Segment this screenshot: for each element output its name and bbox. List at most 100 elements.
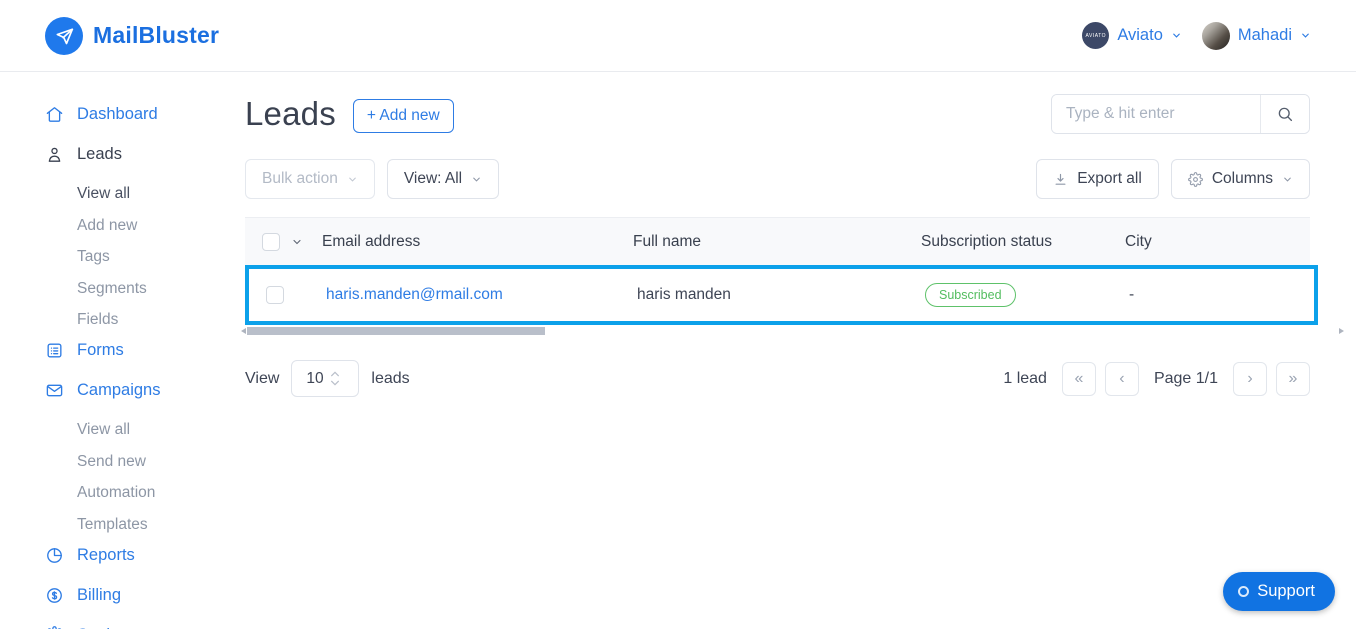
gear-icon <box>45 625 64 629</box>
view-filter-button[interactable]: View: All <box>386 159 500 199</box>
column-header-subscription-status[interactable]: Subscription status <box>921 233 1125 251</box>
chevron-down-icon <box>1171 30 1182 41</box>
first-page-button[interactable]: « <box>1061 361 1096 396</box>
subscription-status-badge: Subscribed <box>925 283 1016 307</box>
user-label: Mahadi <box>1237 26 1292 44</box>
lead-city: - <box>1129 286 1135 303</box>
row-select-cell <box>249 286 326 304</box>
next-page-button[interactable]: › <box>1233 361 1267 396</box>
select-all-chevron-icon[interactable] <box>291 236 303 248</box>
top-navbar: MailBluster AVIATO Aviato Mahadi <box>0 0 1356 71</box>
sidebar-item-leads-segments[interactable]: Segments <box>45 280 245 298</box>
columns-label: Columns <box>1211 170 1273 187</box>
sidebar-label: Reports <box>77 545 135 564</box>
sidebar-label: Dashboard <box>77 105 158 123</box>
sidebar-item-forms[interactable]: Forms <box>45 341 245 360</box>
sidebar-item-leads-fields[interactable]: Fields <box>45 311 245 329</box>
per-page-prefix-label: View <box>245 369 280 387</box>
columns-button[interactable]: Columns <box>1170 159 1310 199</box>
scroll-left-arrow-icon[interactable] <box>241 328 246 334</box>
horizontal-scrollbar[interactable] <box>241 327 1344 336</box>
sidebar-label: Billing <box>77 585 122 604</box>
mailbluster-logo-icon <box>45 16 83 55</box>
list-footer: View leads 1 lead « ‹ Page 1/1 › » <box>245 360 1310 397</box>
form-icon <box>45 341 64 360</box>
add-new-button[interactable]: + Add new <box>352 99 454 133</box>
search-icon <box>1276 105 1294 123</box>
toolbar: Bulk action View: All Export all Columns <box>245 159 1310 199</box>
account-menu[interactable]: AVIATO Aviato <box>1082 22 1182 49</box>
page-header: Leads + Add new <box>245 94 1310 134</box>
person-icon <box>45 145 64 164</box>
scrollbar-thumb[interactable] <box>247 327 545 335</box>
sidebar-label: Forms <box>77 341 124 359</box>
sidebar-item-settings[interactable]: Settings <box>45 626 245 629</box>
column-header-city[interactable]: City <box>1125 233 1310 251</box>
sidebar-item-campaigns-send-new[interactable]: Send new <box>45 453 245 471</box>
select-all-checkbox[interactable] <box>262 232 280 251</box>
home-icon <box>45 105 64 124</box>
page-title: Leads <box>245 95 336 132</box>
leads-table: Email address Full name Subscription sta… <box>241 217 1344 336</box>
sidebar-item-billing[interactable]: Billing <box>45 586 245 605</box>
sidebar-item-leads-add-new[interactable]: Add new <box>45 217 245 235</box>
stepper-arrows-icon[interactable] <box>330 371 340 386</box>
sidebar-label: Settings <box>77 626 137 629</box>
sidebar-item-leads[interactable]: Leads <box>45 145 245 164</box>
per-page-input[interactable] <box>292 369 331 388</box>
user-menu[interactable]: Mahadi <box>1201 21 1311 50</box>
lead-count-label: 1 lead <box>1003 369 1047 387</box>
sidebar-item-campaigns-view-all[interactable]: View all <box>45 421 245 439</box>
last-page-button[interactable]: » <box>1276 361 1310 396</box>
sidebar-item-campaigns-automation[interactable]: Automation <box>45 484 245 502</box>
chevron-down-icon <box>347 174 358 185</box>
search-box <box>1051 94 1310 134</box>
table-header-row: Email address Full name Subscription sta… <box>245 217 1310 265</box>
user-avatar <box>1201 21 1230 50</box>
per-page-suffix-label: leads <box>371 369 410 387</box>
search-input[interactable] <box>1052 95 1260 133</box>
export-all-button[interactable]: Export all <box>1036 159 1159 199</box>
ring-icon <box>1238 586 1250 597</box>
table-row[interactable]: haris.manden@rmail.com haris manden Subs… <box>245 265 1318 325</box>
account-avatar: AVIATO <box>1082 22 1110 49</box>
sidebar-label: Campaigns <box>77 381 161 399</box>
previous-page-button[interactable]: ‹ <box>1104 361 1139 396</box>
envelope-icon <box>45 381 64 400</box>
bulk-action-button[interactable]: Bulk action <box>245 159 375 199</box>
pie-chart-icon <box>45 546 64 565</box>
scroll-right-arrow-icon[interactable] <box>1339 328 1344 334</box>
chevron-down-icon <box>471 174 482 185</box>
support-button[interactable]: Support <box>1223 572 1335 611</box>
toolbar-right: Export all Columns <box>1036 159 1310 199</box>
sidebar-item-leads-tags[interactable]: Tags <box>45 248 245 266</box>
pagination: 1 lead « ‹ Page 1/1 › » <box>1003 361 1310 396</box>
sidebar-item-campaigns-templates[interactable]: Templates <box>45 516 245 534</box>
support-label: Support <box>1257 582 1315 600</box>
lead-email-link[interactable]: haris.manden@rmail.com <box>326 286 503 303</box>
sidebar-item-campaigns[interactable]: Campaigns <box>45 381 245 400</box>
sidebar-label: Leads <box>77 145 122 163</box>
page-indicator: Page 1/1 <box>1153 369 1218 387</box>
row-checkbox[interactable] <box>266 286 284 304</box>
brand[interactable]: MailBluster <box>45 16 220 55</box>
chevron-down-icon <box>1282 174 1293 185</box>
header-select-cell <box>245 232 322 251</box>
navbar-right: AVIATO Aviato Mahadi <box>1082 21 1311 50</box>
sidebar: Dashboard Leads View all Add new Tags Se… <box>0 71 245 629</box>
search-button[interactable] <box>1260 95 1309 133</box>
dollar-circle-icon <box>45 586 64 605</box>
bulk-action-label: Bulk action <box>262 170 338 187</box>
export-all-label: Export all <box>1077 170 1142 187</box>
account-label: Aviato <box>1117 26 1163 44</box>
lead-full-name: haris manden <box>637 286 731 303</box>
column-header-full-name[interactable]: Full name <box>633 233 921 251</box>
sidebar-item-dashboard[interactable]: Dashboard <box>45 105 245 124</box>
sidebar-item-reports[interactable]: Reports <box>45 546 245 565</box>
download-icon <box>1053 172 1068 187</box>
gear-icon <box>1187 171 1203 187</box>
brand-name: MailBluster <box>93 22 220 48</box>
sidebar-item-leads-view-all[interactable]: View all <box>45 185 245 203</box>
view-filter-label: View: All <box>403 170 463 187</box>
column-header-email[interactable]: Email address <box>322 233 633 251</box>
